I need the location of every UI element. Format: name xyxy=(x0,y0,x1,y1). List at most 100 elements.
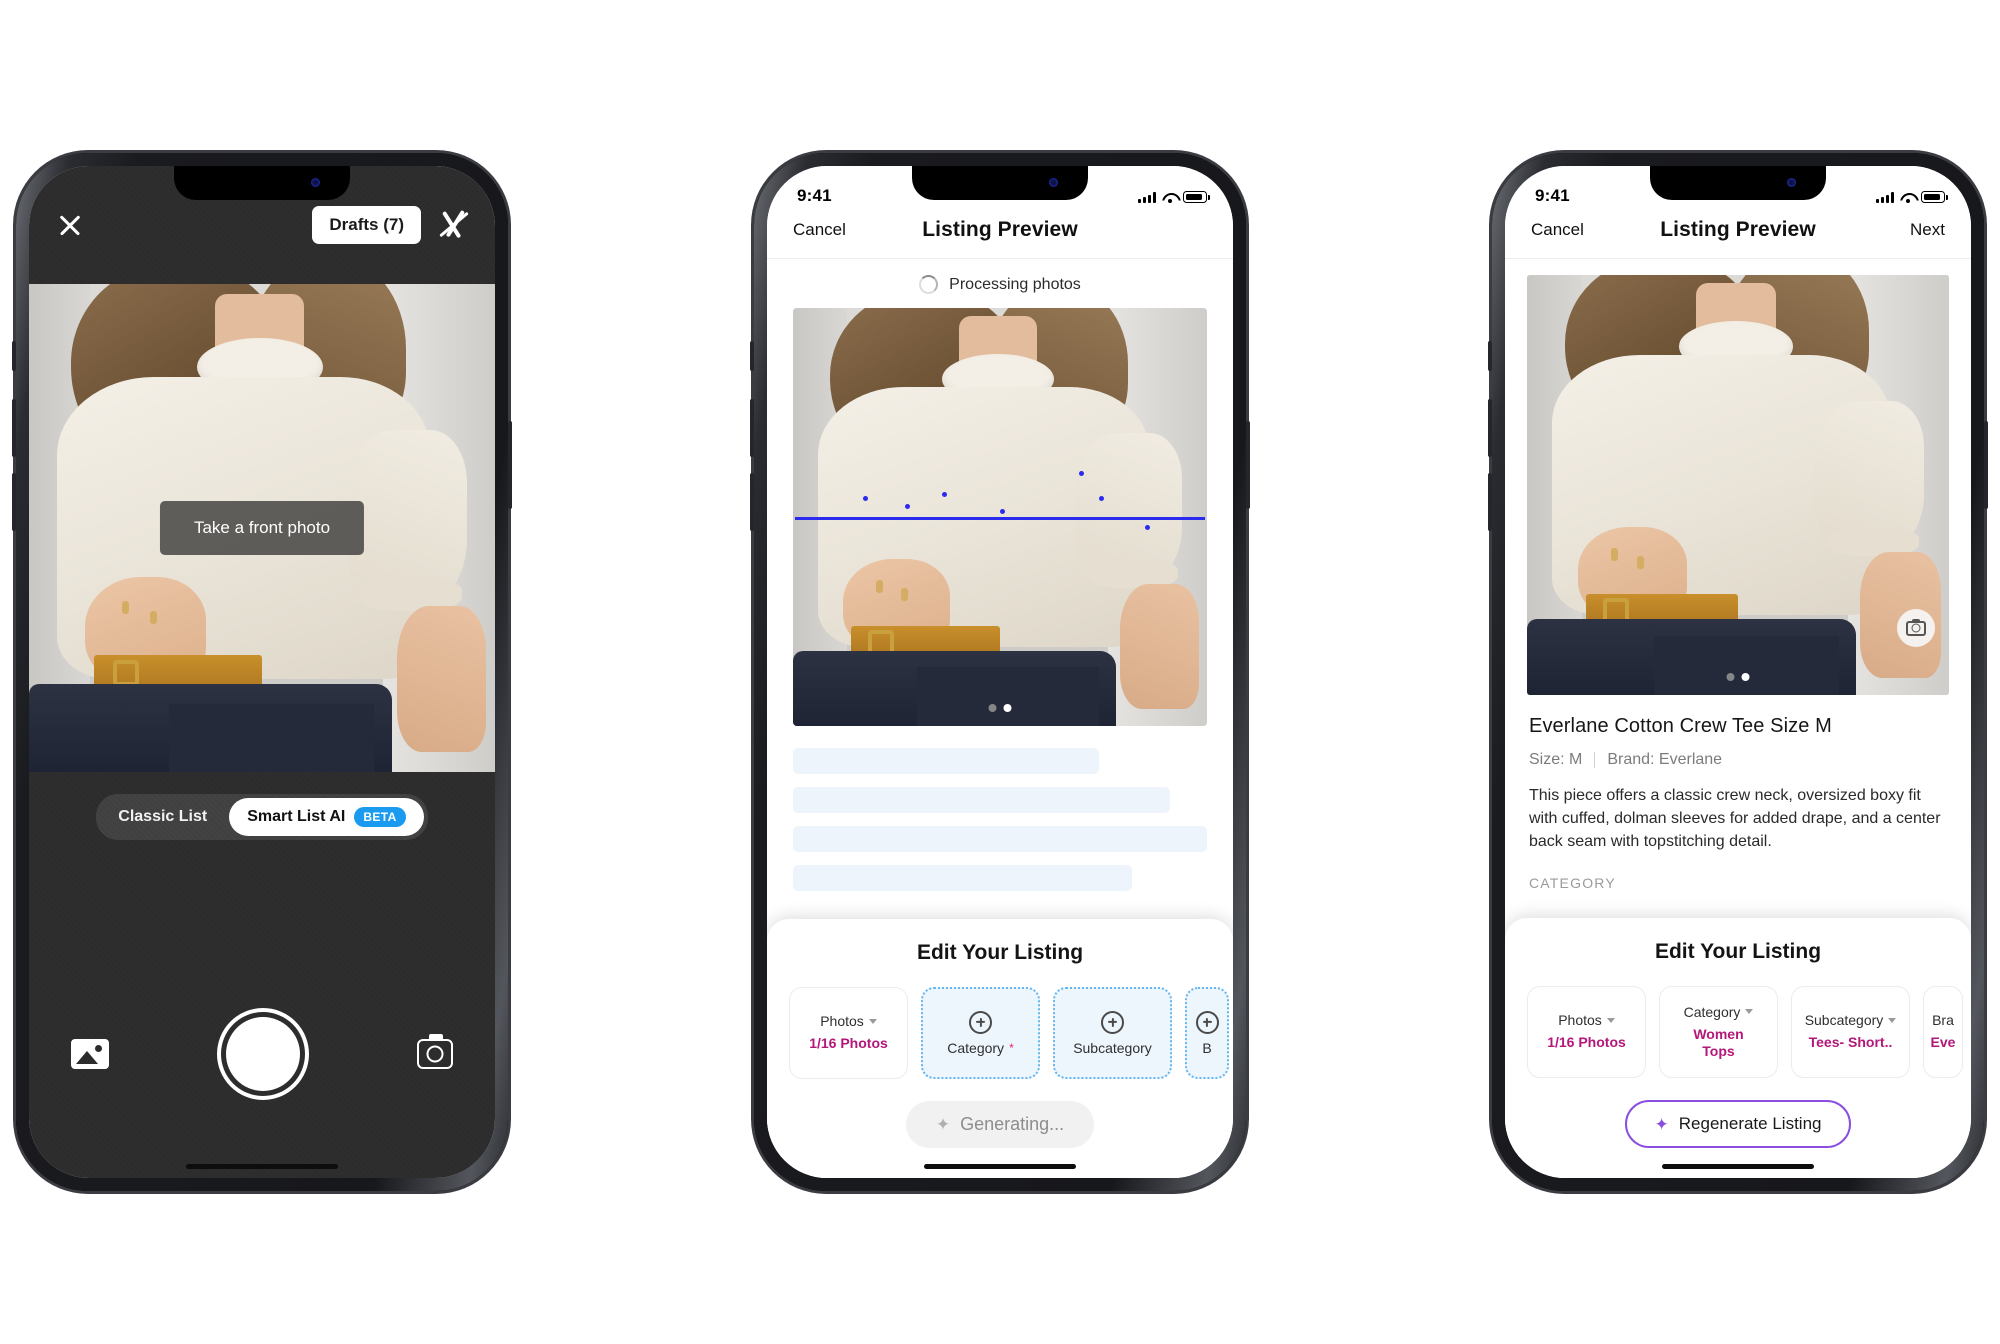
mode-smart-list-label: Smart List AI xyxy=(247,808,346,825)
camera-icon[interactable] xyxy=(1897,609,1935,647)
detection-line xyxy=(795,517,1205,520)
power-button[interactable] xyxy=(1984,421,1988,509)
front-camera-icon xyxy=(1787,178,1796,187)
chip-category-value: Women Tops xyxy=(1693,1025,1744,1060)
phone-1-screen: Drafts (7) Take a front photo Classic Li… xyxy=(29,166,495,1178)
camera-hint-label: Take a front photo xyxy=(159,501,365,555)
notch xyxy=(912,166,1088,200)
chip-photos-value: 1/16 Photos xyxy=(809,1035,888,1052)
volume-up-button[interactable] xyxy=(12,399,16,457)
camera-topbar-right: Drafts (7) xyxy=(312,206,469,244)
carousel-dots[interactable] xyxy=(1726,673,1750,681)
power-button[interactable] xyxy=(508,421,512,509)
close-icon[interactable] xyxy=(55,210,85,240)
phone-1-camera: Drafts (7) Take a front photo Classic Li… xyxy=(12,153,512,1191)
meta-divider xyxy=(1594,752,1596,768)
chip-photos[interactable]: Photos 1/16 Photos xyxy=(1527,986,1646,1078)
chip-brand-label: Bra xyxy=(1932,1012,1954,1029)
mode-classic-list[interactable]: Classic List xyxy=(100,799,225,835)
plus-circle-icon xyxy=(1195,1010,1219,1034)
generating-button: ✦ Generating... xyxy=(905,1101,1095,1148)
listing-meta: Size: M Brand: Everlane xyxy=(1529,751,1947,769)
notch xyxy=(1650,166,1826,200)
sheet-action-row: ✦ Regenerate Listing xyxy=(1505,1100,1971,1148)
skeleton-line xyxy=(793,826,1207,852)
volume-down-button[interactable] xyxy=(750,473,754,531)
detection-point xyxy=(1078,471,1084,477)
front-camera-icon xyxy=(1049,178,1058,187)
power-button[interactable] xyxy=(1246,421,1250,509)
listing-size: Size: M xyxy=(1529,751,1583,768)
chip-subcategory[interactable]: Subcategory xyxy=(1053,987,1172,1079)
gallery-icon[interactable] xyxy=(71,1038,109,1069)
carousel-dots[interactable] xyxy=(988,704,1012,712)
sheet-title: Edit Your Listing xyxy=(1654,940,1822,963)
camera-controls xyxy=(29,963,495,1178)
volume-up-button[interactable] xyxy=(750,399,754,457)
chip-subcategory-label: Subcategory xyxy=(1073,1039,1152,1056)
listing-brand: Brand: Everlane xyxy=(1607,751,1723,768)
next-button[interactable]: Next xyxy=(1887,220,1945,240)
home-indicator xyxy=(1662,1164,1814,1169)
mode-smart-list-ai[interactable]: Smart List AI BETA xyxy=(229,798,424,836)
chip-photos[interactable]: Photos 1/16 Photos xyxy=(789,987,908,1079)
chip-category[interactable]: Category Women Tops xyxy=(1659,986,1778,1078)
chip-brand-partial[interactable]: Bra Eve xyxy=(1923,986,1963,1078)
required-indicator: * xyxy=(1009,1040,1014,1055)
skeleton-line xyxy=(793,787,1170,813)
regenerate-label: Regenerate Listing xyxy=(1678,1114,1822,1133)
chip-brand-partial[interactable]: B xyxy=(1185,987,1229,1079)
flash-off-icon[interactable] xyxy=(439,210,469,240)
status-time: 9:41 xyxy=(1535,186,1570,205)
plus-circle-icon xyxy=(969,1010,992,1034)
signal-icon xyxy=(1138,191,1156,203)
home-indicator xyxy=(924,1164,1076,1169)
shutter-button[interactable] xyxy=(217,1007,309,1100)
processing-label: Processing photos xyxy=(949,275,1081,293)
category-section-label: CATEGORY xyxy=(1529,874,1616,891)
photo-carousel[interactable] xyxy=(1527,275,1949,695)
listing-preview-screen: 9:41 Cancel Listing Preview Next Everlan… xyxy=(1505,166,1971,1178)
battery-icon xyxy=(1183,191,1210,203)
chip-subcategory-value: Tees- Short.. xyxy=(1808,1034,1893,1051)
chip-subcategory[interactable]: Subcategory Tees- Short.. xyxy=(1791,986,1910,1078)
camera-view: Drafts (7) Take a front photo Classic Li… xyxy=(29,166,495,1178)
photo-carousel[interactable] xyxy=(793,308,1207,726)
notch xyxy=(174,166,350,200)
volume-up-button[interactable] xyxy=(1488,399,1492,457)
cancel-button[interactable]: Cancel xyxy=(793,220,851,240)
chip-category-label: Category * xyxy=(947,1039,1014,1056)
attribute-chips: Photos 1/16 Photos Category * Subcategor… xyxy=(767,987,1233,1079)
skeleton-line xyxy=(793,748,1100,774)
chip-brand-value: Eve xyxy=(1930,1034,1956,1051)
sheet-action-row: ✦ Generating... xyxy=(767,1101,1233,1148)
edit-listing-sheet: Edit Your Listing Photos 1/16 Photos Cat xyxy=(1505,918,1971,1178)
chevron-down-icon xyxy=(1606,1017,1615,1023)
regenerate-listing-button[interactable]: ✦ Regenerate Listing xyxy=(1624,1100,1852,1148)
volume-down-button[interactable] xyxy=(1488,473,1492,531)
drafts-button[interactable]: Drafts (7) xyxy=(312,206,421,244)
battery-icon xyxy=(1921,191,1948,203)
sheet-title: Edit Your Listing xyxy=(916,941,1084,964)
camera-viewfinder[interactable]: Take a front photo xyxy=(29,284,495,772)
phone-3-screen: 9:41 Cancel Listing Preview Next Everlan… xyxy=(1505,166,1971,1178)
chip-brand-label: B xyxy=(1202,1039,1212,1056)
mute-switch[interactable] xyxy=(12,341,16,371)
sparkle-icon: ✦ xyxy=(1654,1114,1669,1134)
volume-down-button[interactable] xyxy=(12,473,16,531)
listing-description: This piece offers a classic crew neck, o… xyxy=(1529,787,1941,851)
flip-camera-icon[interactable] xyxy=(417,1033,453,1069)
phone-2-screen: 9:41 Cancel Listing Preview Processing p… xyxy=(767,166,1233,1178)
beta-badge: BETA xyxy=(354,807,406,827)
detection-point xyxy=(1000,508,1005,514)
chevron-down-icon xyxy=(1888,1017,1897,1023)
chip-category[interactable]: Category * xyxy=(921,987,1040,1079)
navigation-bar: Cancel Listing Preview Next xyxy=(1505,208,1971,259)
status-icons xyxy=(1138,191,1210,206)
mute-switch[interactable] xyxy=(750,341,754,371)
cancel-button[interactable]: Cancel xyxy=(1531,220,1589,240)
status-time: 9:41 xyxy=(797,186,832,205)
wifi-icon xyxy=(1162,192,1177,203)
mute-switch[interactable] xyxy=(1488,341,1492,371)
content-skeleton xyxy=(767,726,1233,891)
